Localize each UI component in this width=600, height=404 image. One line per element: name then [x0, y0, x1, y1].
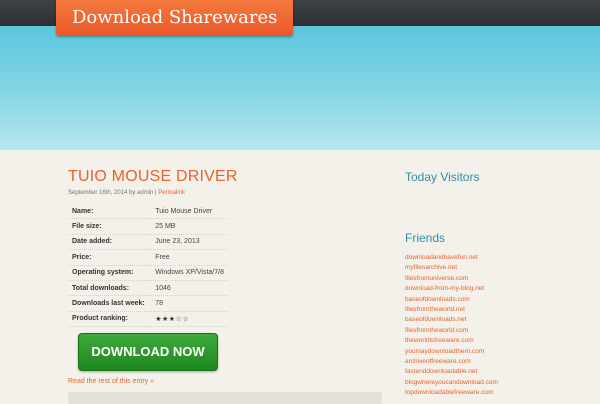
table-row: Product ranking: ★★★☆☆ — [68, 311, 228, 328]
next-post-box — [68, 392, 382, 404]
table-row: Operating system: Windows XP/Vista/7/8 — [68, 265, 228, 281]
main-content: TUIO MOUSE DRIVER September 16th, 2014 b… — [68, 168, 382, 385]
table-row: Date added: June 23, 2013 — [68, 234, 228, 251]
detail-label: Total downloads: — [68, 280, 152, 297]
today-visitors-title: Today Visitors — [405, 170, 480, 184]
friend-link[interactable]: downloadandhavefun.net — [405, 253, 585, 263]
detail-label: Product ranking: — [68, 311, 152, 328]
friends-title: Friends — [405, 231, 446, 245]
friends-list: downloadandhavefun.net myfilesarchive.ne… — [405, 253, 585, 398]
table-row: Downloads last week: 78 — [68, 295, 228, 312]
friend-link[interactable]: myfilesarchive.net — [405, 263, 585, 273]
post-title[interactable]: TUIO MOUSE DRIVER — [68, 168, 382, 186]
post-meta: September 16th, 2014 by admin | Permalin… — [68, 190, 382, 196]
download-now-button[interactable]: DOWNLOAD NOW — [78, 333, 218, 372]
software-details-table: Name: Tuio Mouse Driver File size: 25 MB… — [68, 204, 228, 328]
friend-link[interactable]: youmaydownloadthem.com — [405, 347, 585, 357]
detail-value: Free — [151, 249, 228, 266]
detail-value: 78 — [151, 295, 228, 312]
detail-label: Downloads last week: — [68, 295, 152, 312]
post-date-author: September 16th, 2014 by admin | — [68, 190, 157, 196]
friend-link[interactable]: filesfromuniverse.com — [405, 274, 585, 284]
table-row: Name: Tuio Mouse Driver — [68, 204, 228, 220]
friend-link[interactable]: filesfromtheworld.net — [405, 305, 585, 315]
detail-value: 25 MB — [151, 218, 228, 235]
friend-link[interactable]: baseofdownloads.com — [405, 295, 585, 305]
detail-value: 1046 — [151, 280, 228, 297]
table-row: File size: 25 MB — [68, 218, 228, 235]
friend-link[interactable]: archiveoffreeware.com — [405, 357, 585, 367]
site-logo[interactable]: Download Sharewares — [56, 0, 294, 36]
rating-stars-icon: ★★★☆☆ — [151, 311, 228, 328]
friend-link[interactable]: blogwhereyoucandownload.com — [405, 378, 585, 388]
detail-value: Windows XP/Vista/7/8 — [151, 265, 228, 281]
table-row: Price: Free — [68, 249, 228, 266]
detail-label: Date added: — [68, 234, 152, 251]
detail-value: June 23, 2013 — [151, 234, 228, 251]
friend-link[interactable]: theworldisfreeware.com — [405, 336, 585, 346]
friend-link[interactable]: download-from-my-blog.net — [405, 284, 585, 294]
sidebar: Today Visitors Friends downloadandhavefu… — [405, 170, 585, 398]
header-banner — [0, 26, 600, 150]
detail-label: Price: — [68, 249, 152, 266]
detail-value: Tuio Mouse Driver — [151, 204, 228, 220]
permalink-link[interactable]: Permalink — [158, 190, 185, 196]
detail-label: Name: — [68, 204, 152, 220]
friend-link[interactable]: fastenddownloadable.net — [405, 367, 585, 377]
read-more-link[interactable]: Read the rest of this entry » — [68, 378, 382, 385]
friend-link[interactable]: filesfromtheworld.com — [405, 326, 585, 336]
detail-label: File size: — [68, 218, 152, 235]
detail-label: Operating system: — [68, 265, 152, 281]
friend-link[interactable]: baseofdownloads.net — [405, 315, 585, 325]
friend-link[interactable]: topdownloadablefreeware.com — [405, 388, 585, 398]
table-row: Total downloads: 1046 — [68, 280, 228, 297]
